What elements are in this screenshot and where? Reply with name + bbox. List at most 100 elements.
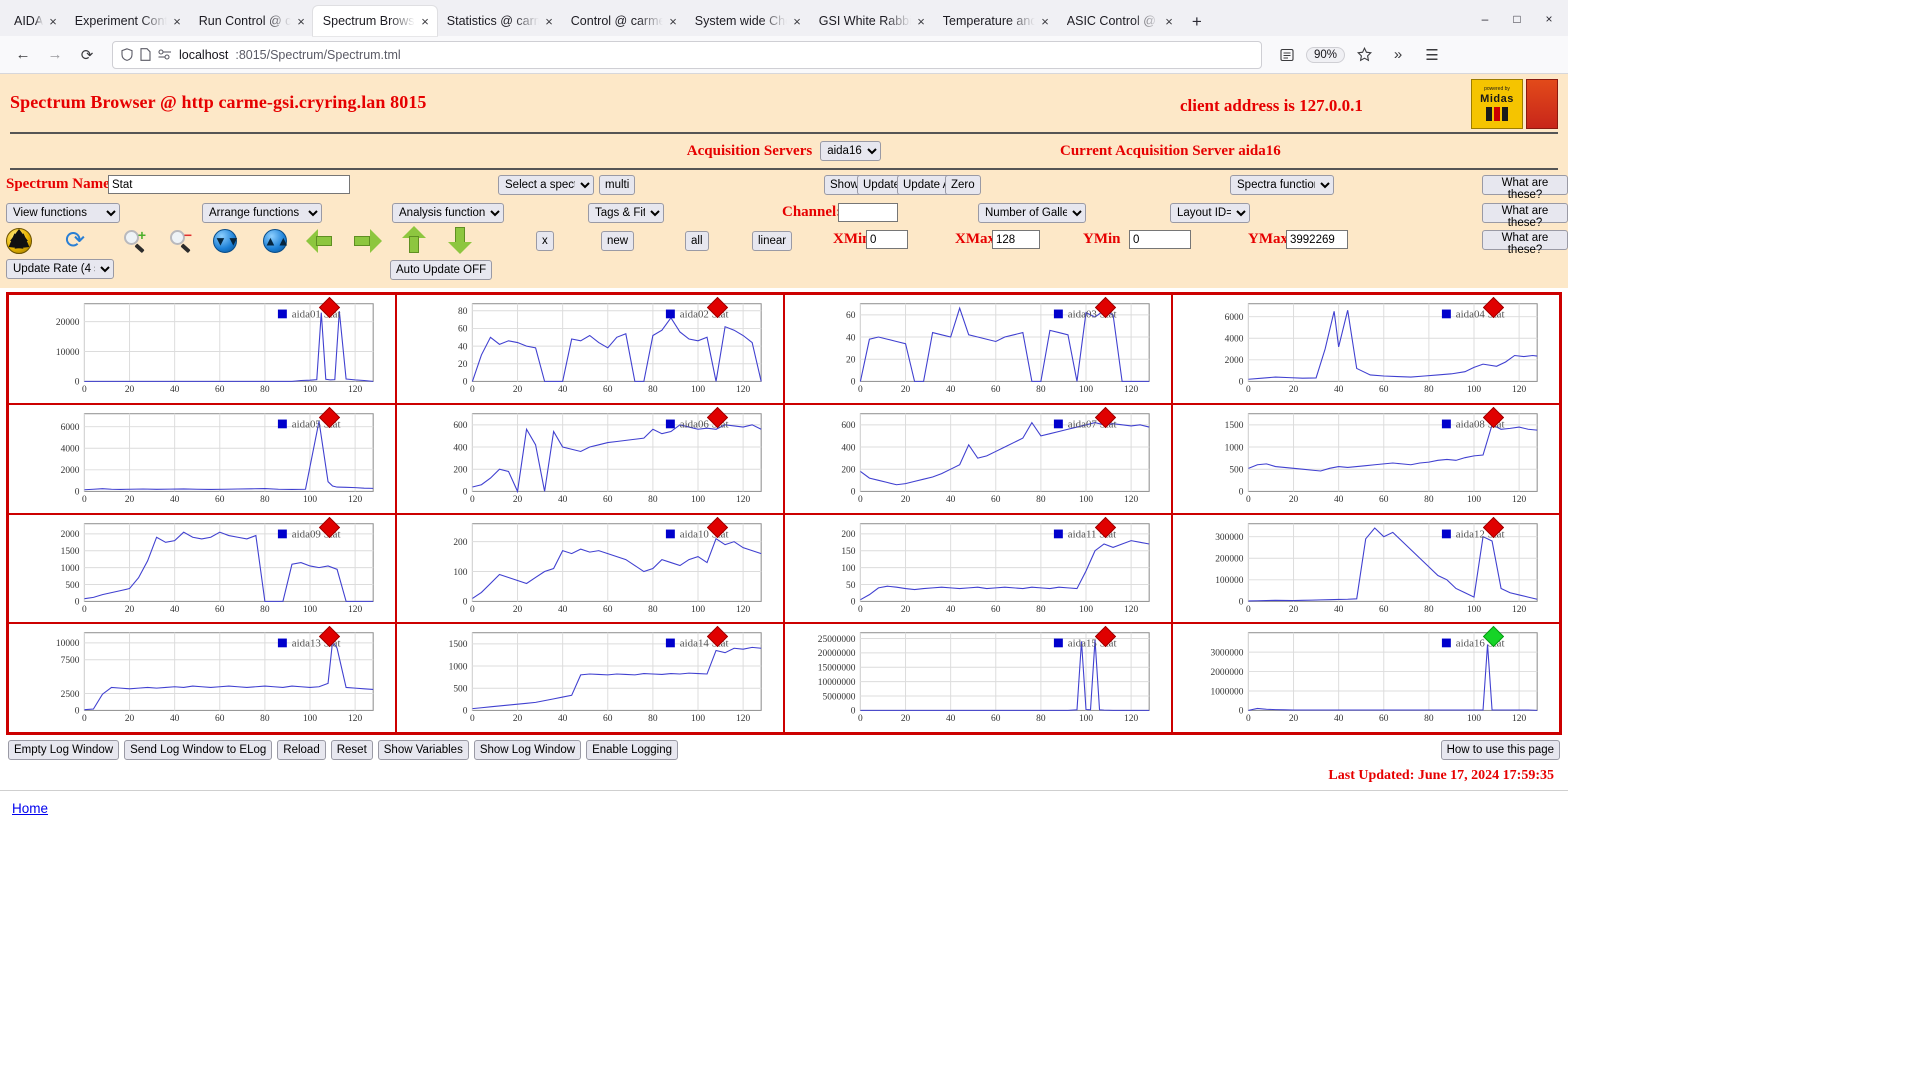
arrange-functions-dropdown[interactable]: Arrange functions (202, 203, 322, 223)
browser-tab[interactable]: AIDA × (4, 6, 65, 36)
spectrum-panel[interactable]: 0200400600020406080100120aida06 Stat (396, 404, 784, 514)
tab-close-icon[interactable]: × (791, 15, 803, 28)
spectrum-panel[interactable]: 0100000200000300000020406080100120aida12… (1172, 514, 1560, 624)
tab-close-icon[interactable]: × (295, 15, 307, 28)
radiation-icon[interactable] (6, 228, 34, 256)
back-icon[interactable]: ← (8, 40, 38, 70)
footer-toolbar: Empty Log Window Send Log Window to ELog… (0, 735, 1568, 760)
tab-label: AIDA (14, 14, 43, 28)
arrow-down-icon[interactable] (448, 226, 476, 254)
tags-and-fits-dropdown[interactable]: Tags & Fits (588, 203, 664, 223)
multi-button[interactable]: multi (599, 175, 635, 195)
spectrum-panel[interactable]: 02500750010000020406080100120aida13 Stat (8, 623, 396, 733)
spectrum-panel[interactable]: 0100000020000003000000020406080100120aid… (1172, 623, 1560, 733)
new-button[interactable]: new (601, 231, 634, 251)
all-button[interactable]: all (685, 231, 709, 251)
new-tab-button[interactable]: + (1183, 8, 1211, 36)
ymin-input[interactable] (1129, 230, 1191, 249)
arrow-left-icon[interactable] (306, 229, 334, 257)
arrow-right-icon[interactable] (352, 229, 380, 257)
tab-close-icon[interactable]: × (543, 15, 555, 28)
acquisition-server-select[interactable]: aida16 (820, 141, 881, 161)
what-are-these-button-3[interactable]: What are these? (1482, 230, 1568, 250)
channel-input[interactable] (838, 203, 898, 222)
what-are-these-button-2[interactable]: What are these? (1482, 203, 1568, 223)
spectrum-panel[interactable]: 050010001500020406080100120aida14 Stat (396, 623, 784, 733)
layout-id-dropdown[interactable]: Layout ID=2 (1170, 203, 1250, 223)
tab-close-icon[interactable]: × (1163, 15, 1175, 28)
zoom-in-icon[interactable]: + (122, 228, 150, 256)
spectrum-panel[interactable]: 0204060020406080100120aida03 Stat (784, 294, 1172, 404)
what-are-these-button-1[interactable]: What are these? (1482, 175, 1568, 195)
svg-text:400: 400 (453, 443, 467, 453)
reload-icon[interactable]: ⟳ (72, 40, 102, 70)
tab-close-icon[interactable]: × (1039, 15, 1051, 28)
browser-tab[interactable]: Control @ carme-gsi× (561, 6, 685, 36)
zoom-level-indicator[interactable]: 90% (1306, 47, 1345, 63)
spectrum-panel[interactable]: 050010001500020406080100120aida08 Stat (1172, 404, 1560, 514)
linear-button[interactable]: linear (752, 231, 792, 251)
maximize-button[interactable]: □ (1502, 6, 1532, 32)
tab-close-icon[interactable]: × (171, 15, 183, 28)
spectrum-panel[interactable]: 050100150200020406080100120aida11 Stat (784, 514, 1172, 624)
zero-button[interactable]: Zero (945, 175, 981, 195)
enable-logging-button[interactable]: Enable Logging (586, 740, 678, 760)
view-functions-dropdown[interactable]: View functions (6, 203, 120, 223)
address-bar[interactable]: localhost:8015/Spectrum/Spectrum.tml (112, 41, 1262, 69)
channel-label: Channel: (782, 204, 841, 221)
spectrum-panel[interactable]: 020406080020406080100120aida02 Stat (396, 294, 784, 404)
analysis-functions-dropdown[interactable]: Analysis functions (392, 203, 504, 223)
spectrum-name-input[interactable] (108, 175, 350, 194)
tab-close-icon[interactable]: × (667, 15, 679, 28)
minimize-button[interactable]: – (1470, 6, 1500, 32)
reset-button[interactable]: Reset (331, 740, 373, 760)
app-menu-icon[interactable]: ☰ (1417, 40, 1447, 70)
select-spectrum-dropdown[interactable]: Select a spectrum (498, 175, 594, 195)
svg-text:200000: 200000 (1215, 554, 1244, 564)
tab-close-icon[interactable]: × (47, 15, 59, 28)
browser-tab[interactable]: GSI White Rabbit Tim× (809, 6, 933, 36)
browser-tab[interactable]: System wide Checks (× (685, 6, 809, 36)
close-window-button[interactable]: × (1534, 6, 1564, 32)
spectrum-panel[interactable]: 0200040006000020406080100120aida05 Stat (8, 404, 396, 514)
empty-log-window-button[interactable]: Empty Log Window (8, 740, 119, 760)
browser-tab[interactable]: Run Control @ carme× (189, 6, 313, 36)
browser-tab[interactable]: ASIC Control @ carm× (1057, 6, 1181, 36)
refresh-icon[interactable]: ⟳ (62, 228, 90, 256)
browser-tab[interactable]: Experiment Control @ c× (65, 6, 189, 36)
expand-up-icon[interactable]: ▲▲ (263, 229, 291, 257)
collapse-down-icon[interactable]: ▼▼ (213, 229, 241, 257)
spectrum-panel[interactable]: 01000020000020406080100120aida01 Stat (8, 294, 396, 404)
spectra-functions-dropdown[interactable]: Spectra functions (1230, 175, 1334, 195)
show-variables-button[interactable]: Show Variables (378, 740, 469, 760)
how-to-use-button[interactable]: How to use this page (1441, 740, 1560, 760)
number-of-galleries-dropdown[interactable]: Number of Galleries (978, 203, 1086, 223)
browser-tab[interactable]: Temperature and stat× (933, 6, 1057, 36)
spectrum-panel[interactable]: 0500000010000000150000002000000025000000… (784, 623, 1172, 733)
spectrum-panel[interactable]: 0500100015002000020406080100120aida09 St… (8, 514, 396, 624)
spectrum-panel[interactable]: 0200040006000020406080100120aida04 Stat (1172, 294, 1560, 404)
update-rate-dropdown[interactable]: Update Rate (4 secs) (6, 259, 114, 279)
spectrum-panel[interactable]: 0100200020406080100120aida10 Stat (396, 514, 784, 624)
auto-update-toggle[interactable]: Auto Update OFF (390, 260, 492, 280)
browser-tab[interactable]: Statistics @ carme-gs× (437, 6, 561, 36)
send-log-to-elog-button[interactable]: Send Log Window to ELog (124, 740, 272, 760)
xmin-input[interactable] (866, 230, 908, 249)
svg-text:20: 20 (901, 605, 911, 615)
xmax-input[interactable] (992, 230, 1040, 249)
arrow-up-icon[interactable] (402, 226, 430, 254)
overflow-menu-icon[interactable]: » (1383, 40, 1413, 70)
reload-button[interactable]: Reload (277, 740, 325, 760)
zoom-out-icon[interactable]: − (168, 228, 196, 256)
x-button[interactable]: x (536, 231, 554, 251)
tab-close-icon[interactable]: × (419, 15, 431, 28)
forward-icon[interactable]: → (40, 40, 70, 70)
reader-mode-icon[interactable] (1272, 40, 1302, 70)
bookmark-star-icon[interactable] (1349, 40, 1379, 70)
browser-tab[interactable]: Spectrum Browser @ c× (313, 6, 437, 36)
ymax-input[interactable] (1286, 230, 1348, 249)
spectrum-panel[interactable]: 0200400600020406080100120aida07 Stat (784, 404, 1172, 514)
tab-close-icon[interactable]: × (915, 15, 927, 28)
show-log-window-button[interactable]: Show Log Window (474, 740, 581, 760)
home-link[interactable]: Home (12, 801, 48, 816)
